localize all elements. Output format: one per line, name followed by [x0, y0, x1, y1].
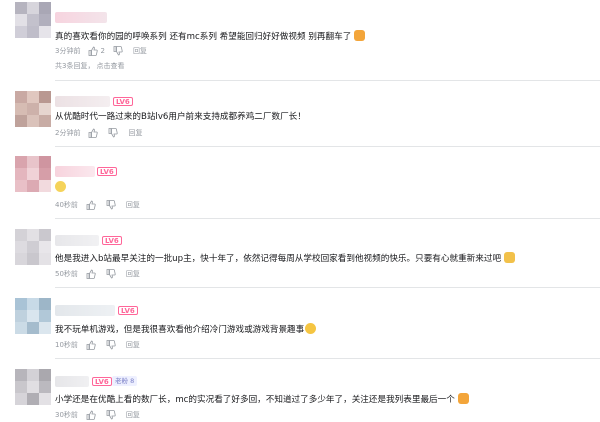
comment-meta: 30秒前 回复	[55, 410, 140, 420]
thumbs-down-icon[interactable]	[113, 46, 123, 56]
comment-time: 3分钟前	[55, 47, 81, 55]
sub-reply-count: 共3条回复，	[55, 62, 95, 70]
avatar[interactable]	[15, 369, 51, 405]
sub-replies-summary: 共3条回复， 点击查看	[55, 61, 124, 71]
comment-meta: 50秒前 回复	[55, 269, 140, 279]
username[interactable]	[55, 12, 107, 23]
laughing-emoji-icon	[55, 181, 66, 192]
username[interactable]	[55, 305, 115, 316]
comment-time: 40秒前	[55, 201, 78, 209]
reply-button[interactable]: 回复	[126, 410, 140, 420]
fan-badge: 老粉 8	[112, 376, 138, 386]
level-badge: LV6	[118, 306, 138, 315]
thumbs-up-icon	[89, 46, 99, 56]
thumbs-down-icon[interactable]	[106, 269, 116, 279]
divider	[55, 218, 600, 219]
comment-meta: 10秒前 回复	[55, 340, 140, 350]
grinning-emoji-icon	[305, 323, 317, 334]
level-badge: LV6	[97, 167, 117, 176]
thumbs-down-icon[interactable]	[106, 340, 116, 350]
comment-meta: 3分钟前 2 回复	[55, 46, 147, 56]
comment-meta: 2分钟前 回复	[55, 128, 142, 138]
comment-meta: 40秒前 回复	[55, 200, 140, 210]
comment-text: 他是我进入b站最早关注的一批up主，快十年了，依然记得每周从学校回家看到他视频的…	[55, 252, 516, 265]
comment-text: 我不玩单机游戏，但是我很喜欢看他介绍冷门游戏或游戏背景趣事	[55, 323, 317, 336]
level-badge: LV6	[92, 377, 112, 386]
comment-time: 2分钟前	[55, 129, 81, 137]
thumbs-up-icon	[86, 410, 96, 420]
level-badge: LV6	[113, 97, 133, 106]
comment-text-content: 小学还是在优酷上看的数厂长，mc的实况看了好多回，不知道过了多少年了，关注还是我…	[55, 395, 455, 405]
comment-text-content: 他是我进入b站最早关注的一批up主，快十年了，依然记得每周从学校回家看到他视频的…	[55, 254, 502, 264]
thumbs-up-icon	[86, 269, 96, 279]
avatar[interactable]	[15, 2, 51, 38]
divider	[55, 358, 600, 359]
reply-button[interactable]: 回复	[126, 340, 140, 350]
level-badge: LV6	[102, 236, 122, 245]
divider	[55, 287, 600, 288]
fire-emoji-icon	[354, 30, 366, 41]
like-button[interactable]	[86, 410, 98, 420]
divider	[55, 80, 600, 81]
avatar[interactable]	[15, 298, 51, 334]
like-count: 2	[100, 47, 105, 55]
thumbs-up-icon	[86, 340, 96, 350]
thumbs-down-icon[interactable]	[106, 410, 116, 420]
comment-text: 真的喜欢看你的园的呼唤系列 还有mc系列 希望能回归好好做视频 别再翻车了	[55, 30, 366, 43]
divider	[55, 146, 600, 147]
fire-emoji-icon	[457, 393, 469, 404]
comment-text-content: 真的喜欢看你的园的呼唤系列 还有mc系列 希望能回归好好做视频 别再翻车了	[55, 32, 352, 42]
like-button[interactable]	[86, 269, 98, 279]
comment-time: 30秒前	[55, 411, 78, 419]
like-button[interactable]	[88, 128, 100, 138]
username[interactable]	[55, 376, 89, 387]
thumbs-down-icon[interactable]	[108, 128, 119, 138]
view-replies-link[interactable]: 点击查看	[96, 62, 124, 70]
thumbs-up-icon	[86, 200, 96, 210]
comment-time: 10秒前	[55, 341, 78, 349]
comment-text-content: 从优酷时代一路过来的B站lv6用户前来支持成都养鸡二厂数厂长！	[55, 112, 306, 122]
avatar[interactable]	[15, 91, 51, 127]
username[interactable]	[55, 235, 99, 246]
reply-button[interactable]: 回复	[126, 269, 140, 279]
thumbs-down-icon[interactable]	[106, 200, 116, 210]
like-button[interactable]	[86, 200, 98, 210]
username[interactable]	[55, 166, 95, 177]
comment-text-content: 我不玩单机游戏，但是我很喜欢看他介绍冷门游戏或游戏背景趣事	[55, 325, 305, 335]
comment-time: 50秒前	[55, 270, 78, 278]
like-button[interactable]: 2	[88, 46, 105, 56]
username[interactable]	[55, 96, 110, 107]
reply-button[interactable]: 回复	[126, 200, 140, 210]
comment-text: 从优酷时代一路过来的B站lv6用户前来支持成都养鸡二厂数厂长！	[55, 111, 306, 123]
reply-button[interactable]: 回复	[133, 46, 147, 56]
avatar[interactable]	[15, 229, 51, 265]
comment-text: 小学还是在优酷上看的数厂长，mc的实况看了好多回，不知道过了多少年了，关注还是我…	[55, 393, 469, 406]
reply-button[interactable]: 回复	[128, 128, 142, 138]
like-button[interactable]	[86, 340, 98, 350]
thumbs-up-icon	[89, 128, 99, 138]
strong-arm-emoji-icon	[504, 252, 516, 263]
avatar[interactable]	[15, 156, 51, 192]
comment-text	[55, 181, 66, 194]
